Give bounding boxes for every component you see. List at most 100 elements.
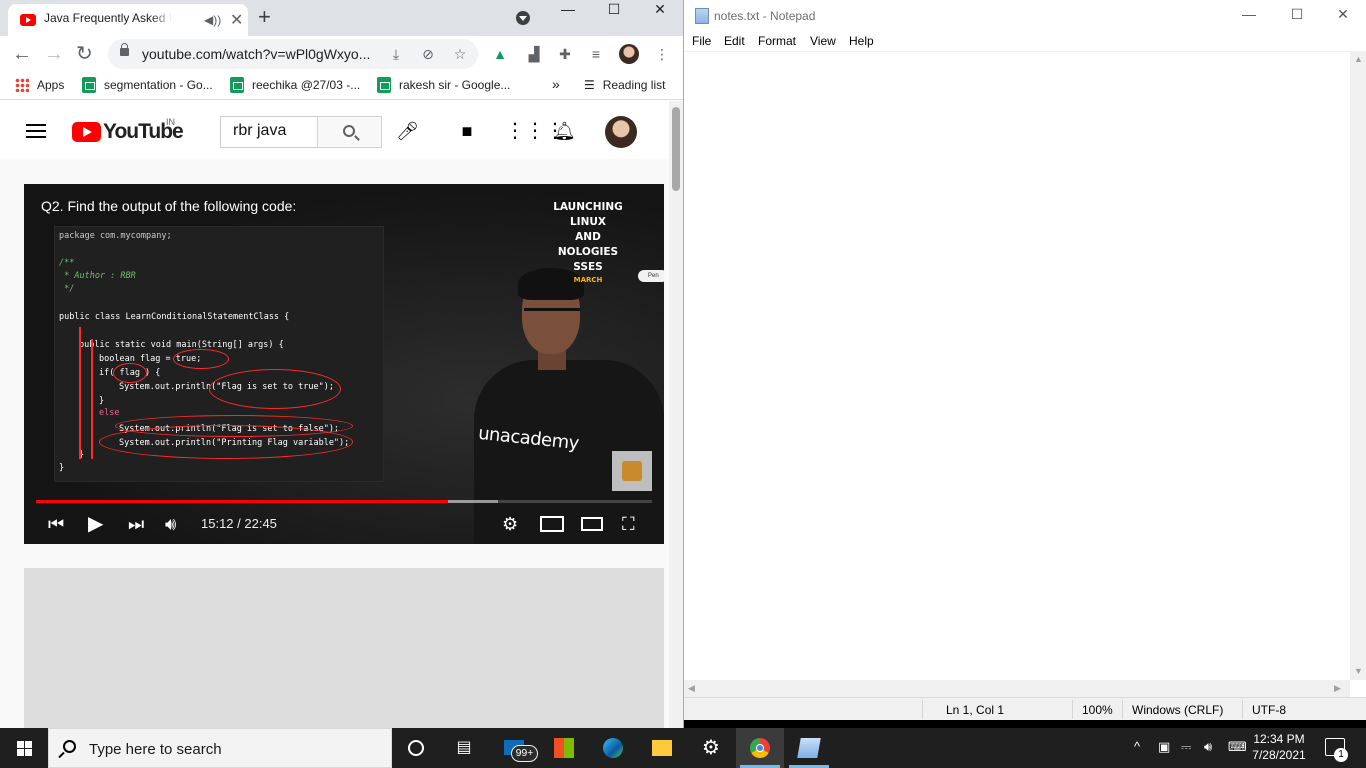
fullscreen-icon[interactable]: ⛶ <box>622 514 635 534</box>
store-app[interactable] <box>540 728 588 768</box>
scroll-up-icon[interactable]: ▲ <box>1354 54 1363 64</box>
theater-mode-icon[interactable] <box>581 517 603 531</box>
address-bar[interactable]: youtube.com/watch?v=wPl0gWxyo... ⤓ ⊘ ☆ <box>108 39 478 69</box>
miniplayer-icon[interactable] <box>540 516 564 532</box>
settings-app[interactable]: ⚙ <box>687 728 735 768</box>
notification-count: 1 <box>1334 748 1348 762</box>
profile-avatar[interactable] <box>619 44 639 64</box>
chrome-menu-icon[interactable]: ⋮ <box>654 46 670 62</box>
bookmark-apps[interactable]: Apps <box>15 77 64 93</box>
mail-badge: 99+ <box>511 745 538 762</box>
search-icon <box>343 125 355 137</box>
code-line: package com.mycompany; <box>59 231 172 241</box>
play-icon[interactable]: ▶ <box>88 514 103 534</box>
media-queue-icon[interactable]: ≡ <box>588 46 604 62</box>
google-drive-icon[interactable]: ▲ <box>492 46 508 62</box>
clock-time: 12:34 PM <box>1253 732 1305 746</box>
install-app-icon[interactable]: ⤓ <box>388 46 404 62</box>
minimize-button[interactable]: — <box>545 0 591 32</box>
voice-search-icon[interactable]: 🎤︎ <box>396 121 419 141</box>
youtube-page: YouTube IN 🎤︎ ■ ⋮⋮⋮ 🔔︎ Q2. Find the outp… <box>0 101 669 728</box>
edge-app[interactable] <box>589 728 637 768</box>
next-video-icon[interactable]: ⏭︎ <box>128 514 144 534</box>
chrome-icon <box>750 738 770 758</box>
horizontal-scrollbar[interactable]: ◀ ▶ <box>684 680 1350 697</box>
scroll-left-icon[interactable]: ◀ <box>688 683 695 694</box>
youtube-apps-icon[interactable]: ⋮⋮⋮ <box>505 121 565 141</box>
eye-off-icon[interactable]: ⊘ <box>420 46 436 62</box>
notepad-menubar: File Edit Format View Help <box>684 31 1366 51</box>
code-line: } <box>99 396 105 406</box>
channel-watermark-icon[interactable] <box>612 451 652 491</box>
bookmark-segmentation[interactable]: segmentation - Go... <box>82 77 213 93</box>
taskbar-search-box[interactable]: Type here to search <box>48 728 392 768</box>
reload-icon[interactable]: ↻ <box>76 42 93 66</box>
maximize-button[interactable]: ☐ <box>591 0 637 32</box>
forward-icon[interactable]: → <box>44 42 64 66</box>
vertical-scrollbar[interactable]: ▲ ▼ <box>1350 51 1366 680</box>
notifications-bell-icon[interactable]: 🔔︎ <box>553 121 576 141</box>
new-tab-button[interactable]: + <box>258 6 271 28</box>
show-hidden-icons-icon[interactable]: ^ <box>1134 739 1140 755</box>
menu-format[interactable]: Format <box>758 34 796 48</box>
tab-title: Java Frequently Asked Interv <box>44 11 172 25</box>
tab-close-icon[interactable]: ✕ <box>230 10 243 30</box>
bookmarks-overflow-button[interactable]: » <box>552 76 560 92</box>
meet-now-icon[interactable]: ▣ <box>1158 739 1170 755</box>
browser-tab[interactable]: Java Frequently Asked Interv ◀)) ✕ <box>8 4 248 36</box>
url-text[interactable]: youtube.com/watch?v=wPl0gWxyo... <box>142 46 370 62</box>
notepad-app[interactable] <box>785 728 833 768</box>
ink-line <box>79 327 81 459</box>
scrollbar-thumb[interactable] <box>672 107 680 191</box>
notepad-icon <box>695 8 709 24</box>
code-line: /** <box>59 258 75 268</box>
youtube-logo-icon[interactable] <box>72 122 101 142</box>
cortana-button[interactable] <box>392 728 440 768</box>
page-scrollbar[interactable] <box>669 101 683 728</box>
file-explorer-app[interactable] <box>638 728 686 768</box>
analytics-extension-icon[interactable]: ▟ <box>526 46 542 62</box>
youtube-avatar[interactable] <box>605 116 637 148</box>
close-window-button[interactable]: ✕ <box>1320 6 1366 23</box>
code-line: public class LearnConditionalStatementCl… <box>59 312 290 322</box>
notepad-icon <box>797 738 821 758</box>
back-icon[interactable]: ← <box>12 42 32 66</box>
task-view-button[interactable]: ▤ <box>440 728 488 768</box>
video-player[interactable]: Q2. Find the output of the following cod… <box>24 184 664 544</box>
menu-view[interactable]: View <box>810 34 836 48</box>
start-button[interactable] <box>0 728 48 768</box>
bookmark-rakesh-sir[interactable]: rakesh sir - Google... <box>377 77 510 93</box>
previous-video-icon[interactable]: ⏮︎ <box>48 514 64 534</box>
close-window-button[interactable]: ✕ <box>637 0 683 32</box>
menu-help[interactable]: Help <box>849 34 874 48</box>
reading-list-button[interactable]: ☰ Reading list <box>584 77 665 93</box>
extensions-puzzle-icon[interactable]: ✚ <box>557 46 573 62</box>
audio-playing-icon[interactable]: ◀)) <box>204 13 221 27</box>
code-line: * Author : RBR <box>59 271 136 281</box>
bookmark-reechika[interactable]: reechika @27/03 -... <box>230 77 360 93</box>
create-video-icon[interactable]: ■ <box>457 121 477 141</box>
network-icon[interactable]: ⎓ <box>1181 739 1191 755</box>
video-progress-bar[interactable] <box>36 500 652 503</box>
notepad-text-area[interactable] <box>684 51 1350 680</box>
promo-badge: Pen <box>638 270 664 282</box>
scroll-down-icon[interactable]: ▼ <box>1354 666 1363 676</box>
youtube-search-input[interactable] <box>233 117 323 145</box>
volume-icon[interactable]: 🔊︎ <box>1204 739 1212 755</box>
maximize-button[interactable]: ☐ <box>1274 6 1320 23</box>
settings-gear-icon[interactable]: ⚙ <box>502 514 518 534</box>
chrome-app[interactable] <box>736 728 784 768</box>
sheets-icon <box>230 77 244 93</box>
menu-file[interactable]: File <box>692 34 711 48</box>
scroll-right-icon[interactable]: ▶ <box>1334 683 1341 694</box>
system-clock[interactable]: 12:34 PM 7/28/2021 <box>1240 731 1318 763</box>
promo-line: LINUX <box>569 216 606 228</box>
tab-search-icon[interactable] <box>516 11 530 25</box>
guide-menu-icon[interactable] <box>26 124 46 138</box>
windows-logo-icon <box>25 741 32 748</box>
minimize-button[interactable]: — <box>1226 6 1272 22</box>
volume-icon[interactable]: 🔊︎ <box>165 514 176 534</box>
bookmark-star-icon[interactable]: ☆ <box>452 46 468 62</box>
menu-edit[interactable]: Edit <box>724 34 745 48</box>
youtube-search-button[interactable] <box>317 116 382 148</box>
